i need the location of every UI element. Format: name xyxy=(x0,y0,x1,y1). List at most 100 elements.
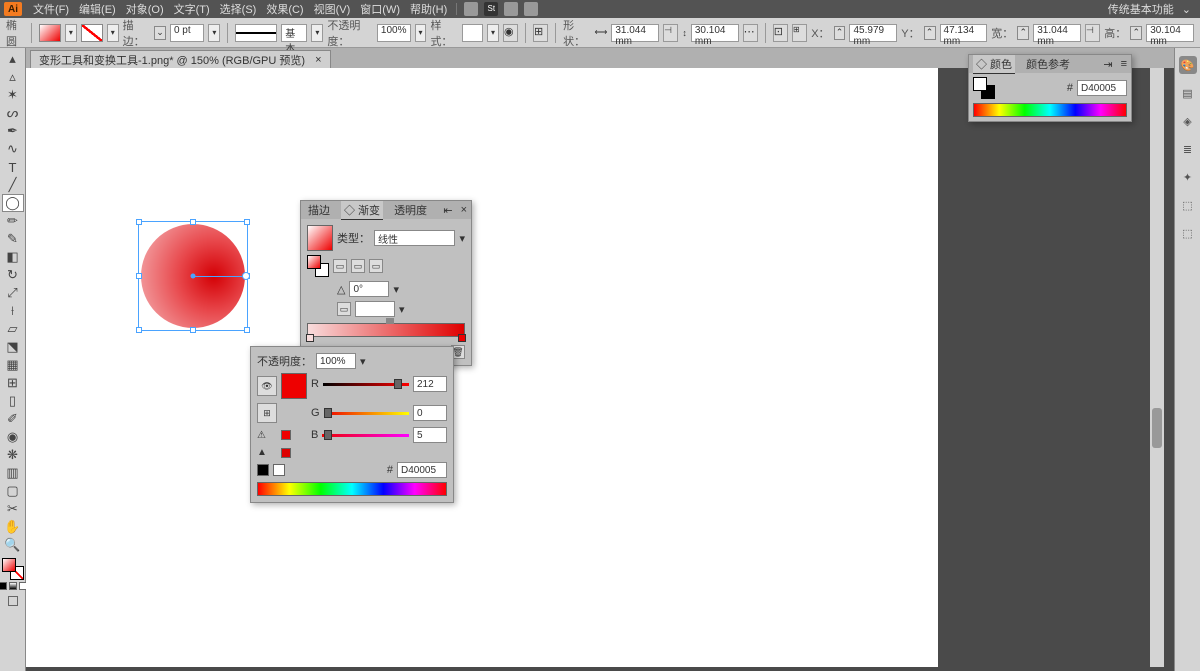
g-input[interactable]: 0 xyxy=(413,405,447,421)
menu-object[interactable]: 对象(O) xyxy=(126,1,164,17)
vertical-scrollbar[interactable] xyxy=(1150,68,1164,667)
b-input[interactable]: 5 xyxy=(413,427,447,443)
workspace-switcher[interactable]: 传统基本功能 xyxy=(1108,1,1174,17)
menu-type[interactable]: 文字(T) xyxy=(174,1,210,17)
slice-tool[interactable]: ✂ xyxy=(2,500,24,518)
transform-button[interactable]: ⊡ xyxy=(773,24,788,42)
perspective-tool[interactable]: ▦ xyxy=(2,356,24,374)
aspect-1[interactable]: ▭ xyxy=(337,302,351,316)
scale-tool[interactable]: ⤢ xyxy=(2,284,24,302)
white-swatch[interactable] xyxy=(273,464,285,476)
stroke-dd[interactable]: ▾ xyxy=(107,24,119,42)
rotate-tool[interactable]: ↻ xyxy=(2,266,24,284)
menu-view[interactable]: 视图(V) xyxy=(314,1,351,17)
handle-ml[interactable] xyxy=(136,273,142,279)
gamut-swatch[interactable] xyxy=(281,430,291,440)
eraser-tool[interactable]: ◧ xyxy=(2,248,24,266)
color-tab[interactable]: ◇ 颜色 xyxy=(973,55,1015,74)
paintbrush-tool[interactable]: ✏ xyxy=(2,212,24,230)
menu-select[interactable]: 选择(S) xyxy=(220,1,257,17)
hex-input[interactable]: D40005 xyxy=(1077,80,1127,96)
zoom-tool[interactable]: 🔍 xyxy=(2,536,24,554)
screen-mode[interactable] xyxy=(8,596,18,606)
menu-edit[interactable]: 编辑(E) xyxy=(79,1,116,17)
panel-close-icon[interactable]: × xyxy=(461,204,467,216)
lasso-tool[interactable]: ᔕ xyxy=(2,104,24,122)
canvas[interactable] xyxy=(26,68,938,667)
more-icon[interactable]: ⬚ xyxy=(1179,224,1197,242)
line-tool[interactable]: ╱ xyxy=(2,176,24,194)
angle-input[interactable]: 0° xyxy=(349,281,389,297)
gradient-panel[interactable]: 描边 ◇ 渐变 透明度 ⇤ × 类型： 线性 ▾ ▭ ▭ ▭ △ 0° ▾ xyxy=(300,200,472,366)
gradient-tool[interactable]: ▯ xyxy=(2,392,24,410)
eyedropper-tool[interactable]: ✐ xyxy=(2,410,24,428)
color-spectrum[interactable] xyxy=(973,103,1127,117)
artboard-tool[interactable]: ▢ xyxy=(2,482,24,500)
opacity-input[interactable]: 100% xyxy=(316,353,356,369)
selection-tool[interactable]: ▴ xyxy=(2,50,24,68)
x-input[interactable]: 45.979 mm xyxy=(849,24,897,42)
rgb-spectrum[interactable] xyxy=(257,482,447,496)
shaper-tool[interactable]: ✎ xyxy=(2,230,24,248)
y-input[interactable]: 47.134 mm xyxy=(940,24,988,42)
gradient-tab[interactable]: ◇ 渐变 xyxy=(341,201,383,220)
shape-more[interactable]: ⋯ xyxy=(743,24,758,42)
stroke-profile[interactable] xyxy=(235,24,277,42)
panel-collapse-icon[interactable]: ⇤ xyxy=(443,204,452,217)
free-transform-tool[interactable]: ▱ xyxy=(2,320,24,338)
current-color[interactable] xyxy=(281,373,307,399)
graph-tool[interactable]: ▥ xyxy=(2,464,24,482)
stroke-grad-3[interactable]: ▭ xyxy=(369,259,383,273)
grad-stop-start[interactable] xyxy=(306,334,314,342)
opacity-input[interactable]: 100% xyxy=(377,24,411,42)
gradient-preview[interactable] xyxy=(307,225,333,251)
handle-bl[interactable] xyxy=(136,327,142,333)
link-wh2[interactable]: ⊣ xyxy=(1085,24,1100,42)
panel-collapse-icon[interactable]: ⇥ xyxy=(1103,58,1112,71)
handle-bm[interactable] xyxy=(190,327,196,333)
color-panel-icon[interactable]: 🎨 xyxy=(1179,56,1197,74)
color-slider-panel[interactable]: 不透明度： 100% ▾ 👁 R 212 ⊞ G 0 ⚠ xyxy=(250,346,454,503)
link-wh[interactable]: ⊣ xyxy=(663,24,678,42)
aspect-input[interactable] xyxy=(355,301,395,317)
stroke-weight-dd[interactable]: ▾ xyxy=(208,24,220,42)
scrollbar-thumb[interactable] xyxy=(1152,408,1162,448)
h-input[interactable]: 30.104 mm xyxy=(1146,24,1194,42)
artboards-icon[interactable]: ⬚ xyxy=(1179,196,1197,214)
w-input[interactable]: 31.044 mm xyxy=(1033,24,1081,42)
document-tab[interactable]: 变形工具和变换工具-1.png* @ 150% (RGB/GPU 预览) × xyxy=(30,50,331,68)
type-tool[interactable]: T xyxy=(2,158,24,176)
handle-tl[interactable] xyxy=(136,219,142,225)
stroke-preset[interactable]: 基本 xyxy=(281,24,307,42)
layers-icon[interactable]: ≣ xyxy=(1179,140,1197,158)
color-guide-tab[interactable]: 颜色参考 xyxy=(1023,55,1073,73)
mesh-tool[interactable]: ⊞ xyxy=(2,374,24,392)
black-swatch[interactable] xyxy=(257,464,269,476)
websafe-swatch[interactable] xyxy=(281,448,291,458)
gradient-ramp[interactable] xyxy=(307,323,465,337)
menu-file[interactable]: 文件(F) xyxy=(33,1,69,17)
libraries-icon[interactable]: ◈ xyxy=(1179,112,1197,130)
bridge-icon[interactable] xyxy=(464,2,478,16)
stroke-grad-2[interactable]: ▭ xyxy=(351,259,365,273)
shape-builder-tool[interactable]: ⬔ xyxy=(2,338,24,356)
b-slider[interactable] xyxy=(322,430,409,440)
hand-tool[interactable]: ✋ xyxy=(2,518,24,536)
midpoint-stop[interactable] xyxy=(386,318,394,324)
shape-h[interactable]: 30.104 mm xyxy=(691,24,739,42)
arrange-icon[interactable] xyxy=(504,2,518,16)
width-tool[interactable]: ⟊ xyxy=(2,302,24,320)
color-panel[interactable]: ◇ 颜色 颜色参考 ⇥ ≡ # D40005 xyxy=(968,54,1132,122)
handle-br[interactable] xyxy=(244,327,250,333)
magic-wand-tool[interactable]: ✶ xyxy=(2,86,24,104)
transparency-tab[interactable]: 透明度 xyxy=(391,201,430,219)
color-mode[interactable] xyxy=(0,582,7,590)
stroke-tab[interactable]: 描边 xyxy=(305,201,333,219)
gradient-mode[interactable] xyxy=(9,582,17,590)
r-input[interactable]: 212 xyxy=(413,376,447,392)
pen-tool[interactable]: ✒ xyxy=(2,122,24,140)
tab-close[interactable]: × xyxy=(315,54,321,66)
gradient-type[interactable]: 线性 xyxy=(374,230,455,246)
eyedropper-icon[interactable]: 👁 xyxy=(257,376,277,396)
stroke-weight[interactable]: 0 pt xyxy=(170,24,205,42)
